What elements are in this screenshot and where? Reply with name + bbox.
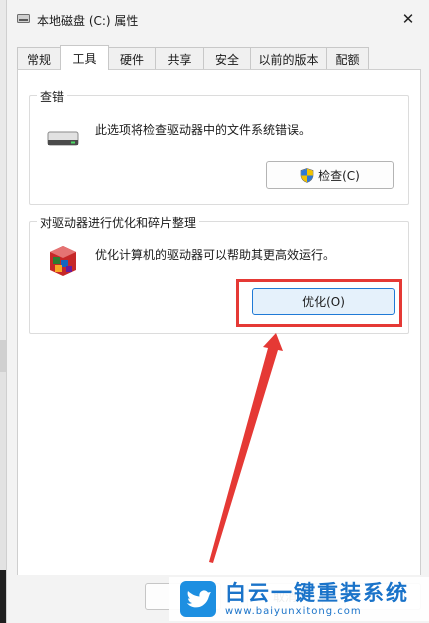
- defrag-icon: [50, 246, 76, 276]
- tab-security[interactable]: 安全: [203, 47, 251, 70]
- tab-general[interactable]: 常规: [17, 47, 61, 70]
- tab-quota[interactable]: 配额: [326, 47, 369, 70]
- close-icon: ✕: [401, 10, 415, 28]
- tab-hardware[interactable]: 硬件: [108, 47, 156, 70]
- error-check-description: 此选项将检查驱动器中的文件系统错误。: [95, 123, 312, 137]
- close-button[interactable]: ✕: [386, 0, 429, 38]
- tools-panel: 查错 此选项将检查驱动器中的文件系统错误。 检查(C) 对驱动器进行优化和碎片整…: [17, 69, 421, 588]
- drive-icon: [17, 14, 30, 23]
- tab-sharing[interactable]: 共享: [155, 47, 204, 70]
- tab-tools[interactable]: 工具: [60, 45, 109, 70]
- check-button-label: 检查(C): [318, 168, 360, 183]
- check-button[interactable]: 检查(C): [266, 161, 394, 189]
- drive-icon: [47, 131, 79, 146]
- optimize-title: 对驱动器进行优化和碎片整理: [37, 214, 200, 231]
- error-check-title: 查错: [37, 88, 68, 105]
- annotation-highlight-box: [236, 279, 402, 327]
- tab-strip: 常规 工具 硬件 共享 安全 以前的版本 配额: [17, 45, 369, 70]
- bird-logo-icon: [180, 581, 216, 617]
- error-check-group: 查错 此选项将检查驱动器中的文件系统错误。 检查(C): [29, 88, 409, 205]
- window-title: 本地磁盘 (C:) 属性: [37, 14, 139, 28]
- watermark-title: 白云一键重装系统: [225, 580, 409, 605]
- uac-shield-icon: [300, 167, 314, 183]
- watermark-url: www.baiyunxitong.com: [225, 605, 362, 617]
- optimize-description: 优化计算机的驱动器可以帮助其更高效运行。: [95, 248, 336, 262]
- tab-previous-versions[interactable]: 以前的版本: [250, 47, 327, 70]
- properties-dialog: 本地磁盘 (C:) 属性 ✕ 常规 工具 硬件 共享 安全 以前的版本 配额 查…: [6, 0, 429, 623]
- watermark: 白云一键重装系统 www.baiyunxitong.com: [169, 577, 429, 621]
- title-bar: 本地磁盘 (C:) 属性 ✕: [7, 0, 429, 40]
